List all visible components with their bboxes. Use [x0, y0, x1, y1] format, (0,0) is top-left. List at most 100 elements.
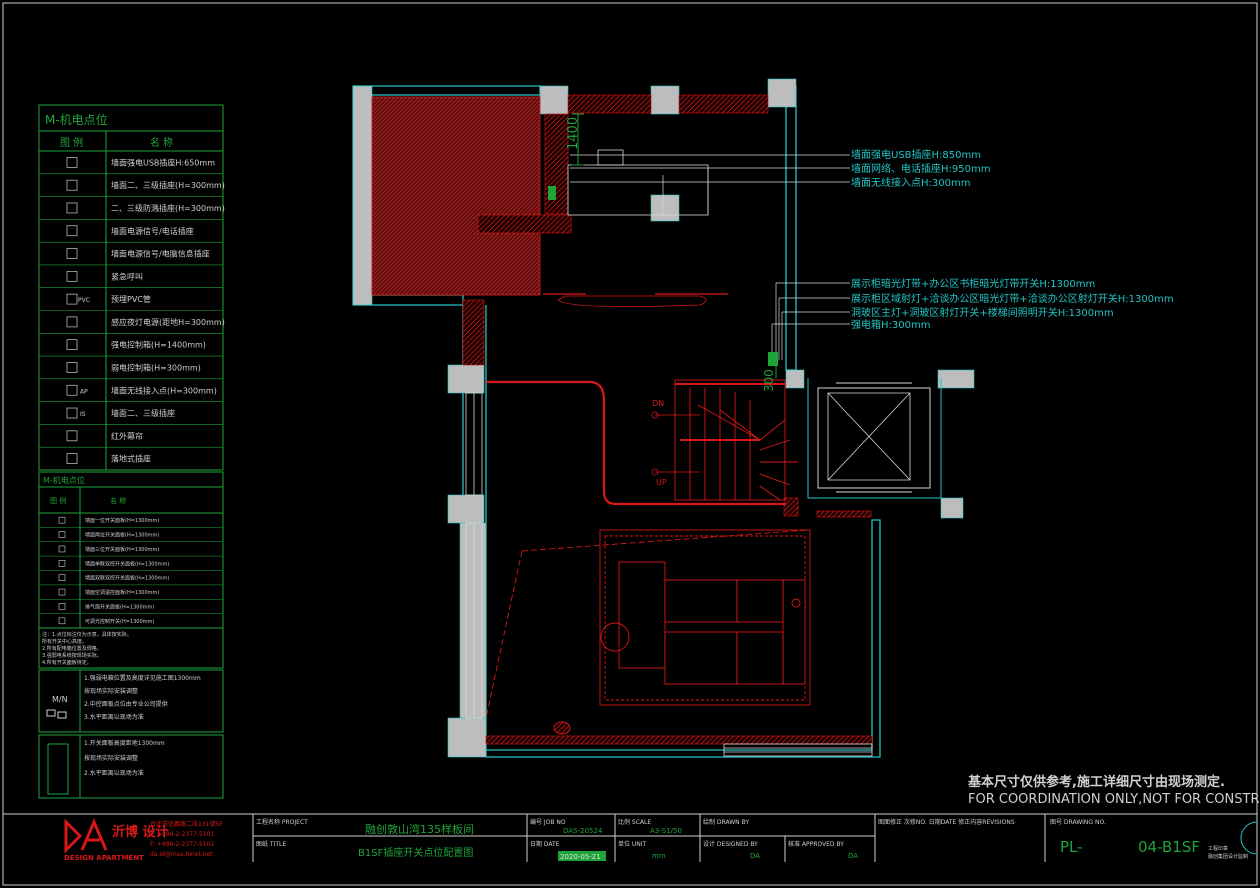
- stair-up-label: UP: [656, 478, 667, 487]
- legend-row-label: 强电控制箱(H=1400mm): [111, 340, 206, 350]
- switch-panel-icon: [768, 352, 778, 366]
- legend-row-label: 感应夜灯电源(距地H=300mm): [111, 317, 225, 327]
- staircase: [674, 379, 798, 501]
- mini-note: 按现场实际安装调整: [84, 687, 138, 695]
- switch-row-label: 墙面三位开关面板(H=1300mm): [85, 546, 159, 553]
- callout-label: 强电箱H:300mm: [851, 318, 930, 331]
- socket-icon: [548, 186, 556, 200]
- legend-switch-col-icon: 图 例: [50, 496, 66, 505]
- unit: mm: [652, 852, 666, 860]
- switch-symbol-icon: [58, 603, 66, 610]
- switch-row-label: 墙面单联双控开关面板(H=1300mm): [85, 560, 169, 567]
- elevator-shaft: [807, 378, 942, 499]
- drawing-no: 04-B1SF: [1138, 838, 1200, 856]
- mini-notes-panel-1: M/N 1.强弱电箱位置及高度详见施工图1300mm 按现场实际安装调整 2.中控…: [38, 669, 224, 733]
- switch-row-label: 墙面两位开关面板(H=1300mm): [85, 532, 159, 539]
- project-label: 工程名称 PROJECT: [256, 818, 308, 826]
- display-shelf: [543, 293, 728, 308]
- title-block: DESIGN APARTMENT 沂博 设计 台北市信義路二段131號5FT: …: [3, 813, 1258, 862]
- legend-note: 3.强弱电系统按现场实际。: [42, 652, 102, 659]
- callout-label: 墙面强电USB插座H:850mm: [851, 148, 981, 161]
- company-info: T: +886-2-2377-5101: [149, 831, 214, 838]
- job-no: DAS-20524: [563, 827, 603, 835]
- scale: A3-S1/50: [650, 827, 682, 835]
- mini-notes-1-label: M/N: [52, 695, 68, 704]
- company-info: 台北市信義路二段131號5F: [150, 820, 223, 828]
- lounge-rug: [599, 529, 811, 706]
- switch-symbol-icon: [58, 531, 66, 538]
- legend-switch-table: M-机电点位 图 例 名 称 墙面一位开关面板(H=1300mm) 墙面两位开关面…: [38, 471, 224, 669]
- panel-elevation-icon: [47, 743, 69, 795]
- switch-symbol-icon: [58, 560, 66, 567]
- legend-symbol-icon: [66, 384, 78, 396]
- switch-row-label: 可调光控制开关(H=1300mm): [85, 618, 154, 625]
- floor-drain-icon: [553, 721, 571, 735]
- switch-row-label: 墙面一位开关面板(H=1300mm): [85, 517, 159, 524]
- legend-row-label: 墙面二、三级插座(H=300mm): [111, 180, 225, 190]
- mini-note: 3.水平距离以现场为准: [84, 713, 144, 721]
- callout-leaders-mid: [771, 282, 850, 360]
- logo-en: DESIGN APARTMENT: [64, 854, 144, 862]
- legend-symbol-icon: [66, 316, 78, 328]
- legend-power-table: M-机电点位 图 例 名 称 墙面强电USB插座H:650mm 墙面二、三级插座(…: [38, 104, 225, 471]
- legend-symbol-icon: [66, 430, 78, 442]
- switch-symbol-icon: [58, 545, 66, 553]
- unit-label: 单位 UNIT: [618, 840, 647, 848]
- revisions-label: 图面修正 次修NO. 日期DATE 修正内容REVISIONS: [878, 818, 1015, 826]
- disclaimer-en: FOR COORDINATION ONLY,NOT FOR CONSTRUCT: [968, 792, 1260, 807]
- railing: [486, 380, 786, 506]
- drawing-frame: [2, 2, 1258, 886]
- drawing-no-prefix: PL-: [1060, 838, 1083, 856]
- date: 2020-05-21: [560, 853, 601, 861]
- legend-icon-text: AP: [80, 388, 88, 395]
- legend-icon-text: PVC: [78, 297, 90, 304]
- legend-symbol-icon: [66, 202, 78, 214]
- ceiling-line: [485, 529, 809, 719]
- project-name: 融创敦山湾135样板间: [365, 822, 474, 836]
- callout-label: 洞玻区主灯+洞玻区射灯开关+楼梯间照明开关H:1300mm: [851, 306, 1114, 319]
- legend-power-title: M-机电点位: [45, 112, 108, 127]
- switch-sample-icon: [46, 709, 56, 717]
- legend-symbol-icon: [66, 339, 78, 351]
- stair-arrows: [651, 411, 700, 476]
- mini-notes-panel-2: 1.开关面板高度距地1300mm 按现场实际安装调整 2.水平距离以现场为准: [38, 734, 224, 799]
- legend-symbol-icon: [66, 225, 78, 237]
- legend-row-label: 红外幕帘: [111, 431, 143, 441]
- approved-by: DA: [848, 852, 858, 860]
- legend-note: 所有开关中心高度。: [42, 638, 87, 645]
- legend-row-label: 弱电控制箱(H=300mm): [111, 362, 201, 372]
- legend-symbol-icon: [66, 179, 78, 191]
- stamp-circle-icon: [1240, 821, 1258, 855]
- switch-row-label: 排气扇开关面板(H=1300mm): [85, 603, 154, 610]
- hatched-cabinet: [371, 96, 541, 296]
- legend-symbol-icon: [66, 407, 78, 419]
- scale-label: 比例 SCALE: [618, 818, 651, 826]
- legend-row-label: 二、三级防溅插座(H=300mm): [111, 203, 225, 213]
- legend-symbol-icon: [66, 157, 78, 168]
- legend-note: 4.所有开关面板待定。: [42, 659, 92, 666]
- legend-symbol-icon: [66, 248, 78, 259]
- legend-row-label: 预埋PVC管: [111, 294, 151, 304]
- stair-dn-label: DN: [652, 399, 664, 408]
- switch-row-label: 墙面空调温控面板(H=1300mm): [85, 589, 159, 596]
- legend-row-label: 紧急呼叫: [111, 271, 143, 281]
- date-label: 日期 DATE: [530, 840, 560, 848]
- callout-label: 墙面无线接入点H:300mm: [851, 176, 970, 189]
- drawn-label: 绘制 DRAWN BY: [703, 818, 749, 826]
- company-info: da.id@msa.hinet.net: [150, 851, 213, 858]
- drawing-no-label: 图号 DRAWING NO.: [1050, 819, 1106, 826]
- legend-symbol-icon: [66, 270, 78, 282]
- company-info: F: +886-2-2377-5102: [150, 841, 214, 848]
- callout-label: 墙面网络、电话插座H:950mm: [851, 162, 990, 175]
- legend-row-label: 墙面二、三级插座: [111, 408, 175, 418]
- mini-note: 2.中控面板点位由专业公司提供: [84, 700, 168, 708]
- switch-symbol-icon: [58, 574, 66, 581]
- job-label: 编号 JOB NO: [530, 818, 566, 826]
- mini-note: 2.水平距离以现场为准: [84, 769, 144, 777]
- switch-symbol-icon: [58, 516, 66, 524]
- designed-label: 设计 DESIGNED BY: [703, 840, 758, 848]
- legend-switch-col-name: 名 称: [110, 496, 126, 505]
- desk-furniture: [567, 149, 850, 216]
- windows: [465, 392, 873, 757]
- legend-row-label: 墙面无线接入点(H=300mm): [111, 385, 217, 395]
